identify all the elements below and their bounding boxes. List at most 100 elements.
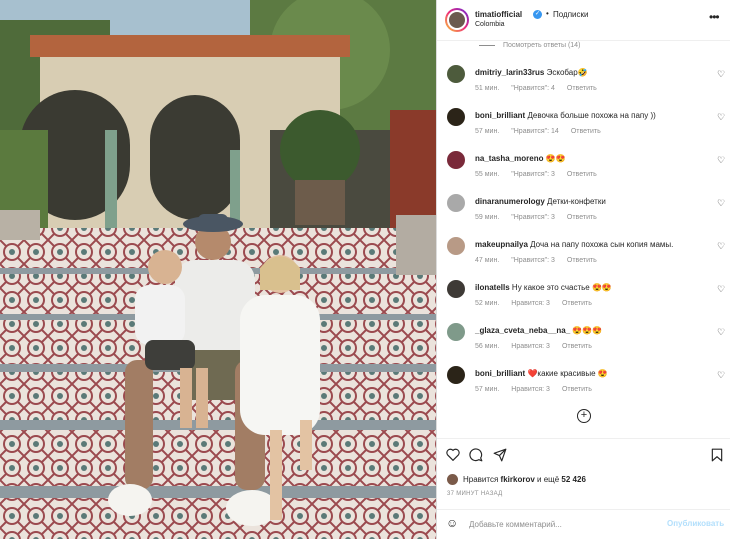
likes-count[interactable]: 52 426 bbox=[561, 475, 585, 484]
author-username[interactable]: timatiofficial bbox=[475, 10, 522, 19]
comment-likes[interactable]: Нравится: 3 bbox=[511, 343, 550, 350]
comment-time[interactable]: 55 мин. bbox=[475, 171, 499, 178]
view-replies-label: Посмотреть ответы (14) bbox=[503, 42, 581, 49]
comment-likes[interactable]: Нравится: 3 bbox=[511, 300, 550, 307]
liker-avatar[interactable] bbox=[447, 474, 458, 485]
comment-meta: 57 мин. "Нравится": 14 Ответить bbox=[475, 128, 613, 135]
family-on-tiled-stairs-image bbox=[0, 0, 436, 539]
comment-likes[interactable]: "Нравится": 14 bbox=[511, 128, 559, 135]
publish-button[interactable]: Опубликовать bbox=[667, 519, 724, 528]
heart-icon[interactable]: ♡ bbox=[717, 69, 725, 80]
comment-item: boni_brilliant Девочка больше похожа на … bbox=[437, 108, 730, 148]
commenter-avatar[interactable] bbox=[447, 323, 465, 341]
reply-button[interactable]: Ответить bbox=[562, 343, 592, 350]
comment-body: makeupnailya Доча на папу похожа сын коп… bbox=[475, 240, 673, 249]
comment-item: ilonatells Ну какое это счастье 😍😍 52 мин… bbox=[437, 280, 730, 320]
commenter-avatar[interactable] bbox=[447, 280, 465, 298]
commenter-avatar[interactable] bbox=[447, 65, 465, 83]
footer-divider bbox=[437, 509, 730, 510]
comment-text: 😍😍😍 bbox=[572, 326, 603, 335]
bookmark-icon[interactable] bbox=[711, 448, 723, 462]
view-replies-link[interactable]: Посмотреть ответы (14) bbox=[479, 42, 580, 49]
comment-text: 😍😍 bbox=[545, 154, 566, 163]
more-horizontal-icon[interactable]: ••• bbox=[709, 10, 720, 24]
heart-icon[interactable]: ♡ bbox=[717, 112, 725, 123]
commenter-username[interactable]: _glaza_cveta_neba__na_ bbox=[475, 326, 570, 335]
comment-body: boni_brilliant Девочка больше похожа на … bbox=[475, 111, 656, 120]
commenter-avatar[interactable] bbox=[447, 151, 465, 169]
header-separator: • bbox=[546, 9, 549, 18]
reply-button[interactable]: Ответить bbox=[562, 300, 592, 307]
reply-button[interactable]: Ответить bbox=[571, 128, 601, 135]
comment-item: na_tasha_moreno 😍😍 55 мин. "Нравится": 3 От… bbox=[437, 151, 730, 191]
comment-body: dmitriy_larin33rus Эскобар🤣 bbox=[475, 68, 588, 77]
commenter-username[interactable]: ilonatells bbox=[475, 283, 510, 292]
reply-button[interactable]: Ответить bbox=[567, 85, 597, 92]
comment-item: _glaza_cveta_neba__na_ 😍😍😍 56 мин. Нравитс… bbox=[437, 323, 730, 363]
comment-time[interactable]: 57 мин. bbox=[475, 386, 499, 393]
comment-likes[interactable]: Нравится: 3 bbox=[511, 386, 550, 393]
comment-item: dinaranumerology Детки-конфетки 59 мин. "Н… bbox=[437, 194, 730, 234]
author-avatar[interactable] bbox=[445, 8, 469, 32]
post-photo[interactable] bbox=[0, 0, 436, 539]
share-icon[interactable] bbox=[493, 448, 507, 462]
comment-body: na_tasha_moreno 😍😍 bbox=[475, 154, 566, 163]
comment-time[interactable]: 51 мин. bbox=[475, 85, 499, 92]
reply-button[interactable]: Ответить bbox=[567, 214, 597, 221]
comment-item: dmitriy_larin33rus Эскобар🤣 51 мин. "Нрави… bbox=[437, 65, 730, 105]
likes-summary: Нравится fkirkorov и ещё 52 426 bbox=[447, 474, 727, 488]
comment-body: boni_brilliant ❤️какие красивые 😍 bbox=[475, 369, 608, 378]
comment-body: dinaranumerology Детки-конфетки bbox=[475, 197, 606, 206]
comment-likes[interactable]: "Нравится": 3 bbox=[511, 214, 555, 221]
post-timestamp[interactable]: 37 МИНУТ НАЗАД bbox=[447, 491, 502, 497]
liker-username[interactable]: fkirkorov bbox=[501, 475, 535, 484]
comment-time[interactable]: 56 мин. bbox=[475, 343, 499, 350]
post-sidebar: timatiofficial ✓ • Подписки Colombia •••… bbox=[436, 0, 730, 539]
post-location[interactable]: Colombia bbox=[475, 21, 505, 28]
following-button[interactable]: Подписки bbox=[553, 10, 588, 19]
instagram-post-viewer: timatiofficial ✓ • Подписки Colombia •••… bbox=[0, 0, 730, 539]
comment-text: Ну какое это счастье 😍😍 bbox=[511, 283, 612, 292]
commenter-username[interactable]: dinaranumerology bbox=[475, 197, 545, 206]
comment-meta: 55 мин. "Нравится": 3 Ответить bbox=[475, 171, 609, 178]
heart-icon[interactable]: ♡ bbox=[717, 284, 725, 295]
comment-time[interactable]: 47 мин. bbox=[475, 257, 499, 264]
comment-meta: 51 мин. "Нравится": 4 Ответить bbox=[475, 85, 609, 92]
heart-icon[interactable]: ♡ bbox=[717, 198, 725, 209]
heart-icon[interactable]: ♡ bbox=[717, 241, 725, 252]
reply-button[interactable]: Ответить bbox=[567, 171, 597, 178]
comment-item: makeupnailya Доча на папу похожа сын коп… bbox=[437, 237, 730, 277]
commenter-username[interactable]: dmitriy_larin33rus bbox=[475, 68, 544, 77]
comment-meta: 57 мин. Нравится: 3 Ответить bbox=[475, 386, 604, 393]
comment-time[interactable]: 52 мин. bbox=[475, 300, 499, 307]
comment-likes[interactable]: "Нравится": 4 bbox=[511, 85, 555, 92]
smile-icon[interactable]: ☺ bbox=[446, 516, 458, 530]
commenter-avatar[interactable] bbox=[447, 366, 465, 384]
reply-button[interactable]: Ответить bbox=[562, 386, 592, 393]
commenter-username[interactable]: na_tasha_moreno bbox=[475, 154, 543, 163]
commenter-username[interactable]: boni_brilliant bbox=[475, 111, 525, 120]
comment-icon[interactable] bbox=[469, 448, 483, 462]
heart-icon[interactable] bbox=[446, 448, 460, 461]
comment-meta: 52 мин. Нравится: 3 Ответить bbox=[475, 300, 604, 307]
comment-likes[interactable]: "Нравится": 3 bbox=[511, 257, 555, 264]
heart-icon[interactable]: ♡ bbox=[717, 155, 725, 166]
reply-button[interactable]: Ответить bbox=[567, 257, 597, 264]
comment-item: boni_brilliant ❤️какие красивые 😍 57 мин.… bbox=[437, 366, 730, 406]
comment-input[interactable] bbox=[469, 517, 649, 531]
comment-meta: 59 мин. "Нравится": 3 Ответить bbox=[475, 214, 609, 221]
commenter-avatar[interactable] bbox=[447, 194, 465, 212]
comment-text: Детки-конфетки bbox=[547, 197, 606, 206]
commenter-avatar[interactable] bbox=[447, 108, 465, 126]
comment-time[interactable]: 59 мин. bbox=[475, 214, 499, 221]
comment-time[interactable]: 57 мин. bbox=[475, 128, 499, 135]
plus-circle-icon[interactable]: + bbox=[577, 409, 591, 423]
likes-prefix: Нравится bbox=[463, 475, 499, 484]
commenter-username[interactable]: makeupnailya bbox=[475, 240, 528, 249]
commenter-avatar[interactable] bbox=[447, 237, 465, 255]
comment-body: _glaza_cveta_neba__na_ 😍😍😍 bbox=[475, 326, 602, 335]
heart-icon[interactable]: ♡ bbox=[717, 327, 725, 338]
comment-likes[interactable]: "Нравится": 3 bbox=[511, 171, 555, 178]
commenter-username[interactable]: boni_brilliant bbox=[475, 369, 525, 378]
heart-icon[interactable]: ♡ bbox=[717, 370, 725, 381]
